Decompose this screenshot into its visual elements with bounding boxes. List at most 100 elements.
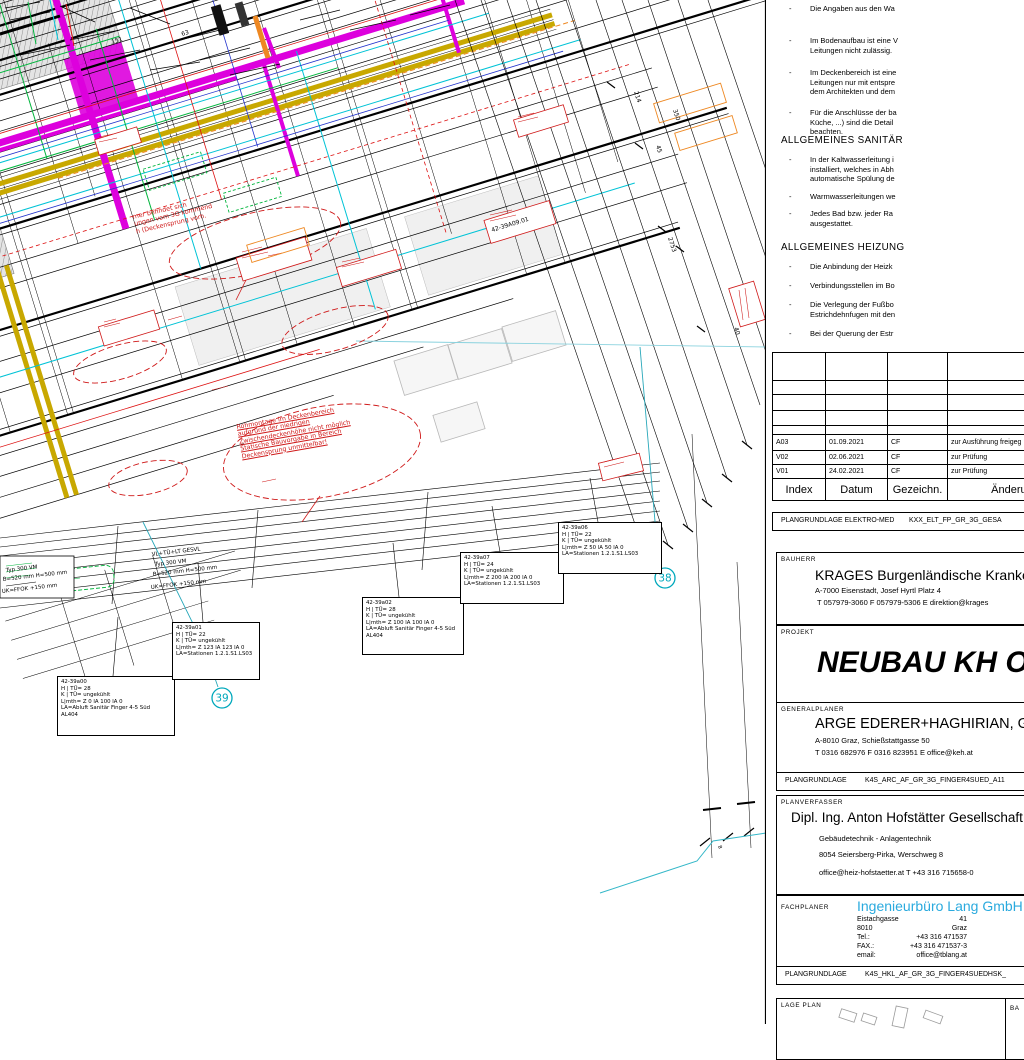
note-line: automatische Spülung de: [810, 174, 1024, 184]
fachplaner-box: FACHPLANER Ingenieurbüro Lang GmbH Eista…: [776, 895, 1024, 968]
bullet-dash: -: [789, 329, 792, 339]
bauherr-address: A-7000 Eisenstadt, Josef Hyrtl Platz 4: [815, 586, 941, 595]
note-line: In der Kaltwasserleitung i: [810, 155, 1024, 165]
note-item: - Im Deckenbereich ist eine Leitungen nu…: [789, 68, 1024, 97]
revision-header-row: IndexDatum Gezeichn.Änderung: [773, 479, 1024, 501]
plangrundlage-value: K4S_ARC_AF_GR_3G_FINGER4SUED_A11: [865, 777, 1005, 784]
floorplan-drawing: 38 39: [0, 0, 766, 1024]
bullet-dash: -: [789, 209, 792, 219]
callout-42-39a01: 42-39a01H | TÜ= 22 K | TÜ= ungekühltL|mt…: [172, 622, 260, 680]
planverfasser-line2: Gebäudetechnik - Anlagentechnik: [819, 834, 931, 843]
note-item: - Die Angaben aus den Wa: [789, 4, 1024, 14]
band-labels: Typ 300 VM B=520 mm H=500 mm UK=FFOK +15…: [2, 545, 218, 595]
generalplaner-address: A-8010 Graz, Schießstattgasse 50: [815, 736, 930, 745]
note-item: - Die Verlegung der Fußbo Estrichdehnfug…: [789, 300, 1024, 319]
note-item: - Jedes Bad bzw. jeder Ra ausgestattet.: [789, 209, 1024, 228]
svg-text:350: 350: [671, 108, 681, 121]
fachplaner-label: FACHPLANER: [781, 904, 829, 911]
plangrundlage-label: PLANGRUNDLAGE ELEKTRO-MED: [781, 517, 894, 524]
green-highlight-boxes: [143, 152, 282, 213]
plangrundlage-value: K4S_HKL_AF_GR_3G_FINGER4SUEDHSK_: [865, 971, 1006, 978]
note-line: Die Anbindung der Heizk: [810, 262, 1024, 272]
note-line: ausgestattet.: [810, 219, 1024, 229]
plangrundlage-hkl-bar: PLANGRUNDLAGE K4S_HKL_AF_GR_3G_FINGER4SU…: [776, 966, 1024, 985]
note-item: - Verbindungsstellen im Bo: [789, 281, 1024, 291]
bullet-dash: -: [789, 68, 792, 78]
planverfasser-line4: office@heiz-hofstaetter.at T +43 316 715…: [819, 868, 974, 877]
note-line: Für die Anschlüsse der ba: [810, 108, 1024, 118]
note-item: - Warmwasserleitungen we: [789, 192, 1024, 202]
plan-rotated-group: [0, 0, 766, 698]
generalplaner-name: ARGE EDERER+HAGHIRIAN, GENERA: [815, 716, 1024, 732]
note-line: installiert, welches in Abh: [810, 165, 1024, 175]
note-item: - Für die Anschlüsse der ba Küche, ...) …: [789, 108, 1024, 137]
note-item: - Die Anbindung der Heizk: [789, 262, 1024, 272]
svg-text:39: 39: [215, 693, 228, 705]
section-title-heizung: ALLGEMEINES HEIZUNG: [781, 242, 905, 253]
revision-row: A0301.09.2021 CFzur Ausführung freigeg: [773, 435, 1024, 451]
planverfasser-name: Dipl. Ing. Anton Hofstätter Gesellschaft…: [791, 810, 1024, 825]
revision-clouds: [69, 193, 429, 516]
planverfasser-box: PLANVERFASSER Dipl. Ing. Anton Hofstätte…: [776, 795, 1024, 895]
svg-text:2753: 2753: [666, 236, 677, 253]
note-item: - Bei der Querung der Estr: [789, 329, 1024, 339]
fachplaner-row: Eistachgasse41: [857, 916, 967, 923]
note-line: Jedes Bad bzw. jeder Ra: [810, 209, 1024, 219]
bauherr-contact: T 057979-3060 F 057979-5306 E direktion@…: [817, 598, 988, 607]
callout-42-39a02: 42-39a02H | TÜ= 28 K | TÜ= ungekühltL|mt…: [362, 597, 464, 655]
bullet-dash: -: [789, 108, 792, 118]
bullet-dash: -: [789, 155, 792, 165]
bauherr-box: BAUHERR KRAGES Burgenländische Krankenan…: [776, 552, 1024, 625]
generalplaner-contact: T 0316 682976 F 0316 823951 E office@keh…: [815, 748, 973, 757]
lageplan-box: LAGE PLAN BA: [776, 998, 1024, 1060]
note-line: Leitungen nicht zulässig.: [810, 46, 1024, 56]
plangrundlage-value: KXX_ELT_FP_GR_3G_GESA: [909, 517, 1002, 524]
bullet-dash: -: [789, 281, 792, 291]
plangrundlage-arc-bar: PLANGRUNDLAGE K4S_ARC_AF_GR_3G_FINGER4SU…: [776, 772, 1024, 791]
fachplaner-row: 8010Graz: [857, 925, 967, 932]
note-line: Im Bodenaufbau ist eine V: [810, 36, 1024, 46]
furniture-outlines: [394, 311, 566, 443]
title-block-panel: - Die Angaben aus den Wa - Im Bodenaufba…: [766, 0, 1024, 1024]
section-title-sanitaer: ALLGEMEINES SANITÄR: [781, 135, 903, 146]
note-line: dem Architekten und dem: [810, 87, 1024, 97]
note-line: Warmwasserleitungen we: [810, 192, 1024, 202]
planverfasser-label: PLANVERFASSER: [781, 799, 843, 806]
callout-42-39a07: 42-39a07H | TÜ= 24 K | TÜ= ungekühltL|mt…: [460, 552, 564, 604]
cad-plan-viewer: { "panel": { "bullet": "-", "notes": [ {…: [0, 0, 1024, 1024]
callout-42-39a06: 42-39a06H | TÜ= 22 K | TÜ= ungekühltL|mt…: [558, 522, 662, 574]
note-line: Küche, ...) sind die Detail: [810, 118, 1024, 128]
bullet-dash: -: [789, 4, 792, 14]
note-item: - Im Bodenaufbau ist eine V Leitungen ni…: [789, 36, 1024, 55]
revision-table: A0301.09.2021 CFzur Ausführung freigeg V…: [772, 352, 1024, 501]
note-line: Leitungen nur mit entspre: [810, 78, 1024, 88]
bauherr-label: BAUHERR: [781, 556, 816, 563]
grid-bubble-39: 39: [212, 688, 232, 708]
revision-row: V0124.02.2021 CFzur Prüfung: [773, 465, 1024, 479]
plangrundlage-label: PLANGRUNDLAGE: [785, 971, 847, 978]
room-fill: [405, 176, 563, 295]
lageplan-divider: [1005, 999, 1006, 1059]
bullet-dash: -: [789, 36, 792, 46]
generalplaner-box: GENERALPLANER ARGE EDERER+HAGHIRIAN, GEN…: [776, 702, 1024, 774]
projekt-box: PROJEKT NEUBAU KH OBE: [776, 625, 1024, 703]
dimension-labels: 214 350 45 2753 40 8 63 151 42-39A09.01: [111, 29, 742, 850]
plangrundlage-label: PLANGRUNDLAGE: [785, 777, 847, 784]
note-item: - In der Kaltwasserleitung i installiert…: [789, 155, 1024, 184]
note-line: Die Angaben aus den Wa: [810, 4, 1024, 14]
note-line: Estrichdehnfugen mit den: [810, 310, 1024, 320]
revision-row: V0202.06.2021 CFzur Prüfung: [773, 451, 1024, 465]
svg-text:8: 8: [716, 845, 723, 850]
svg-text:40: 40: [732, 326, 741, 336]
svg-text:38: 38: [658, 573, 671, 585]
bauherr-name: KRAGES Burgenländische Krankenanstal: [815, 567, 1024, 583]
svg-text:45: 45: [654, 144, 663, 154]
fachplaner-row: email:office@tblang.at: [857, 952, 967, 959]
projekt-title: NEUBAU KH OBE: [817, 646, 1024, 680]
callout-42-39a00: 42-39a00H | TÜ= 28 K | TÜ= ungekühltL|mt…: [57, 676, 175, 736]
projekt-label: PROJEKT: [781, 629, 814, 636]
generalplaner-label: GENERALPLANER: [781, 706, 844, 713]
note-line: Bei der Querung der Estr: [810, 329, 1024, 339]
bullet-dash: -: [789, 262, 792, 272]
lageplan-side-label: BA: [1010, 1005, 1019, 1012]
